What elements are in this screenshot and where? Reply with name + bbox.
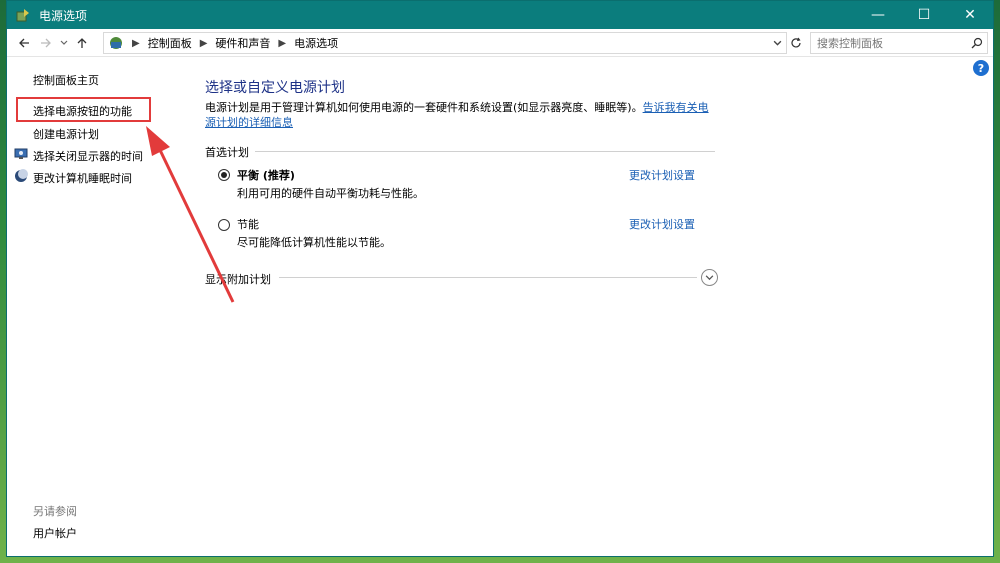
chevron-down-icon [60, 40, 68, 45]
monitor-icon [14, 148, 28, 159]
breadcrumb-hardware-sound[interactable]: 硬件和声音 [215, 35, 270, 51]
address-field[interactable]: ▶ 控制面板 ▶ 硬件和声音 ▶ 电源选项 [103, 32, 787, 54]
arrow-up-icon [77, 37, 87, 48]
window-controls: — ☐ ✕ [855, 1, 993, 29]
arrow-left-icon [19, 38, 29, 47]
refresh-icon [791, 37, 801, 48]
breadcrumb-separator-icon[interactable]: ▶ [278, 38, 286, 49]
moon-icon [15, 169, 28, 182]
breadcrumb-control-panel[interactable]: 控制面板 [148, 35, 192, 51]
refresh-button[interactable] [787, 32, 805, 54]
balanced-plan-radio[interactable] [218, 169, 230, 181]
sidebar: 控制面板主页 选择电源按钮的功能 创建电源计划 选择关闭显示器的时间 更改计算机… [7, 57, 192, 556]
expand-additional-plans-button[interactable] [701, 269, 718, 286]
up-button[interactable] [71, 31, 93, 55]
power-saver-plan-radio[interactable] [218, 219, 230, 231]
balanced-change-settings-link[interactable]: 更改计划设置 [629, 167, 695, 183]
help-icon[interactable]: ? [973, 60, 989, 76]
page-title: 选择或自定义电源计划 [205, 80, 345, 96]
close-button[interactable]: ✕ [947, 1, 993, 29]
maximize-button[interactable]: ☐ [901, 1, 947, 29]
power-options-window: 电源选项 — ☐ ✕ ▶ 控制面板 ▶ 硬件和声音 ▶ 电源选项 搜索控制面板 … [6, 0, 994, 557]
breadcrumb-separator-icon: ▶ [132, 37, 140, 49]
preferred-plans-divider [255, 151, 715, 152]
search-icon[interactable] [967, 37, 987, 49]
sidebar-item-control-panel-home[interactable]: 控制面板主页 [33, 72, 99, 88]
additional-plans-divider [279, 277, 697, 278]
arrow-right-icon [41, 38, 51, 47]
see-also-heading: 另请参阅 [33, 505, 77, 518]
recent-locations-button[interactable] [57, 31, 71, 55]
control-panel-icon [110, 37, 122, 49]
breadcrumb-separator-icon[interactable]: ▶ [200, 38, 208, 49]
sidebar-item-power-button-function[interactable]: 选择电源按钮的功能 [33, 103, 132, 119]
address-dropdown-button[interactable] [768, 33, 786, 53]
power-options-app-icon [16, 9, 29, 22]
plan-description: 电源计划是用于管理计算机如何使用电源的一套硬件和系统设置(如显示器亮度、睡眠等)… [205, 100, 715, 130]
search-input[interactable] [811, 33, 967, 53]
balanced-plan-description: 利用可用的硬件自动平衡功耗与性能。 [237, 187, 424, 200]
sidebar-item-display-off-time[interactable]: 选择关闭显示器的时间 [33, 148, 143, 164]
chevron-down-icon [773, 40, 781, 46]
title-bar: 电源选项 — ☐ ✕ [7, 1, 993, 29]
search-box[interactable] [810, 32, 988, 54]
balanced-plan-name[interactable]: 平衡 (推荐) [237, 167, 295, 183]
power-saver-plan-description: 尽可能降低计算机性能以节能。 [237, 236, 391, 249]
window-title: 电源选项 [39, 8, 88, 23]
preferred-plans-label: 首选计划 [205, 146, 249, 159]
sidebar-item-user-accounts[interactable]: 用户帐户 [33, 525, 77, 541]
forward-button[interactable] [35, 31, 57, 55]
power-saver-change-settings-link[interactable]: 更改计划设置 [629, 216, 695, 232]
back-button[interactable] [13, 31, 35, 55]
power-saver-plan-name[interactable]: 节能 [237, 216, 259, 232]
description-text: 电源计划是用于管理计算机如何使用电源的一套硬件和系统设置(如显示器亮度、睡眠等)… [205, 101, 643, 114]
sidebar-item-create-power-plan[interactable]: 创建电源计划 [33, 126, 99, 142]
sidebar-item-sleep-time[interactable]: 更改计算机睡眠时间 [33, 170, 132, 186]
breadcrumb-power-options[interactable]: 电源选项 [294, 35, 338, 51]
minimize-button[interactable]: — [855, 1, 901, 29]
address-bar: ▶ 控制面板 ▶ 硬件和声音 ▶ 电源选项 [7, 29, 993, 57]
chevron-down-icon [705, 275, 714, 281]
additional-plans-label[interactable]: 显示附加计划 [205, 271, 271, 287]
